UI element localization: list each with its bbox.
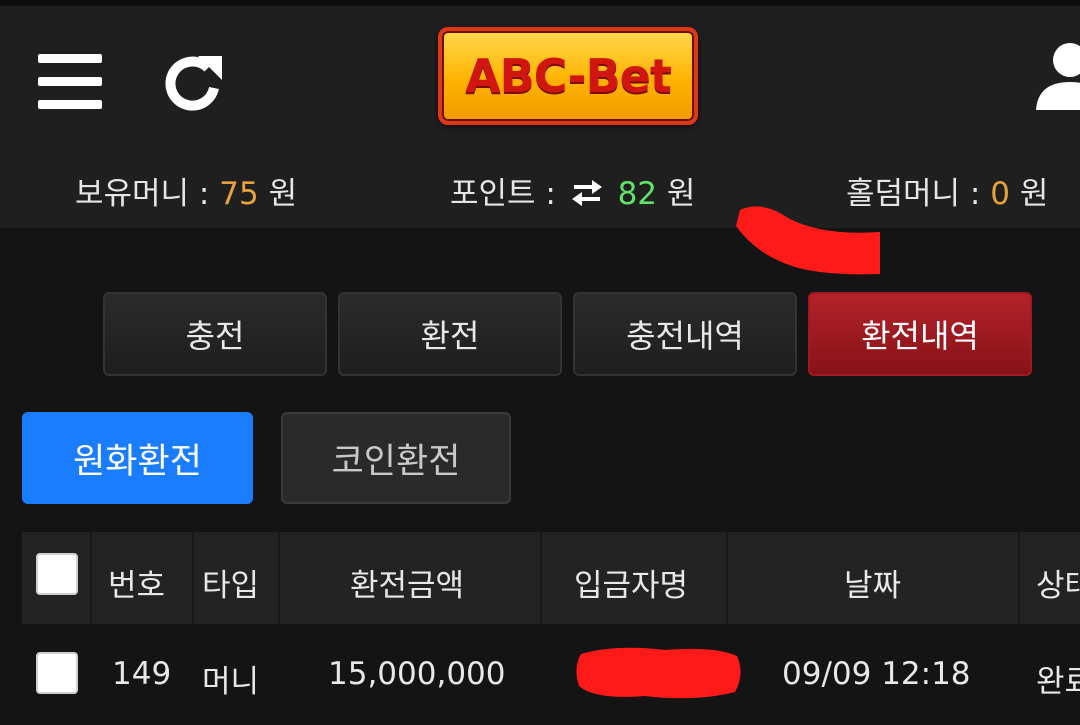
user-icon[interactable] [1034,40,1080,112]
point-unit: 원 [666,176,696,212]
brand-logo[interactable]: ABC-Bet [438,27,698,125]
select-all-checkbox[interactable] [36,553,78,595]
row-number: 149 [112,656,172,692]
holdem-value: 0 [990,176,1010,212]
row-type: 머니 [202,664,260,700]
swap-icon[interactable] [570,178,604,208]
tab-withdraw-history[interactable]: 환전내역 [808,292,1032,376]
redaction-mark [576,647,741,699]
money-unit: 원 [268,176,298,212]
header-depositor[interactable]: 입금자명 [574,560,688,605]
row-amount: 15,000,000 [328,656,506,692]
menu-icon[interactable] [38,54,102,110]
logo-text: ABC-Bet [465,49,672,103]
row-date: 09/09 12:18 [782,656,971,692]
subtab-krw-withdraw[interactable]: 원화환전 [22,412,253,504]
money-value: 75 [219,176,259,212]
tab-deposit[interactable]: 충전 [103,292,327,376]
header-amount[interactable]: 환전금액 [350,560,464,605]
redaction-mark [736,206,880,275]
header-status[interactable]: 상태 [1036,560,1080,605]
row-status: 완료 [1036,664,1080,700]
top-bar: ABC-Bet 보유머니 : 75 원 포인트 : 82 원 홀덤머니 : 0 … [0,0,1080,228]
point-label: 포인트 : [450,176,556,212]
tab-deposit-history[interactable]: 충전내역 [573,292,797,376]
header-number[interactable]: 번호 [108,560,165,605]
tab-withdraw[interactable]: 환전 [338,292,562,376]
subtab-coin-withdraw[interactable]: 코인환전 [281,412,511,504]
refresh-icon[interactable] [162,52,226,112]
money-balance: 보유머니 : 75 원 [75,168,297,213]
money-label: 보유머니 : [75,176,210,212]
table-header [22,532,1080,624]
point-balance: 포인트 : 82 원 [450,168,695,213]
point-value: 82 [617,176,658,212]
header-date[interactable]: 날짜 [844,560,901,605]
holdem-unit: 원 [1019,176,1049,212]
row-checkbox[interactable] [36,652,78,694]
header-type[interactable]: 타입 [202,560,259,605]
